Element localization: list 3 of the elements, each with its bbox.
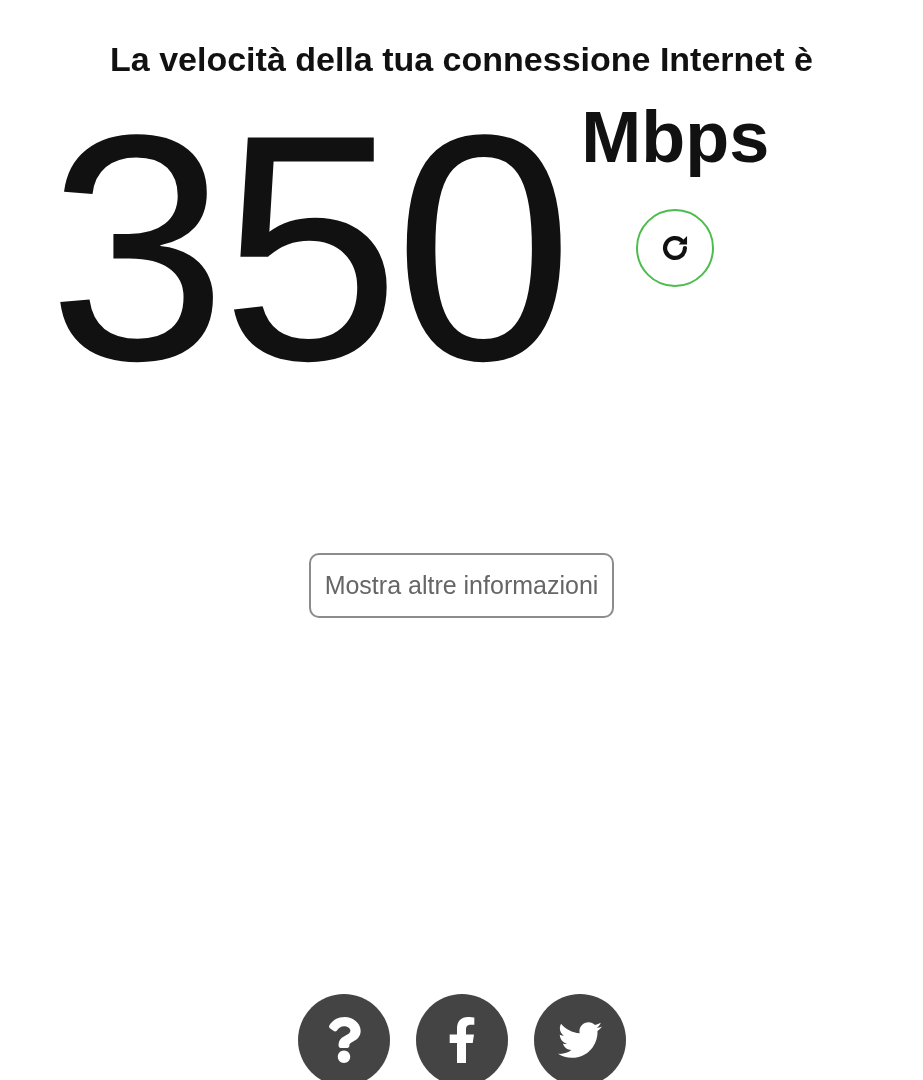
speed-value: 350 xyxy=(48,87,568,409)
more-info-button[interactable]: Mostra altre informazioni xyxy=(308,553,615,618)
speed-heading: La velocità della tua connessione Internet è xyxy=(110,40,813,79)
